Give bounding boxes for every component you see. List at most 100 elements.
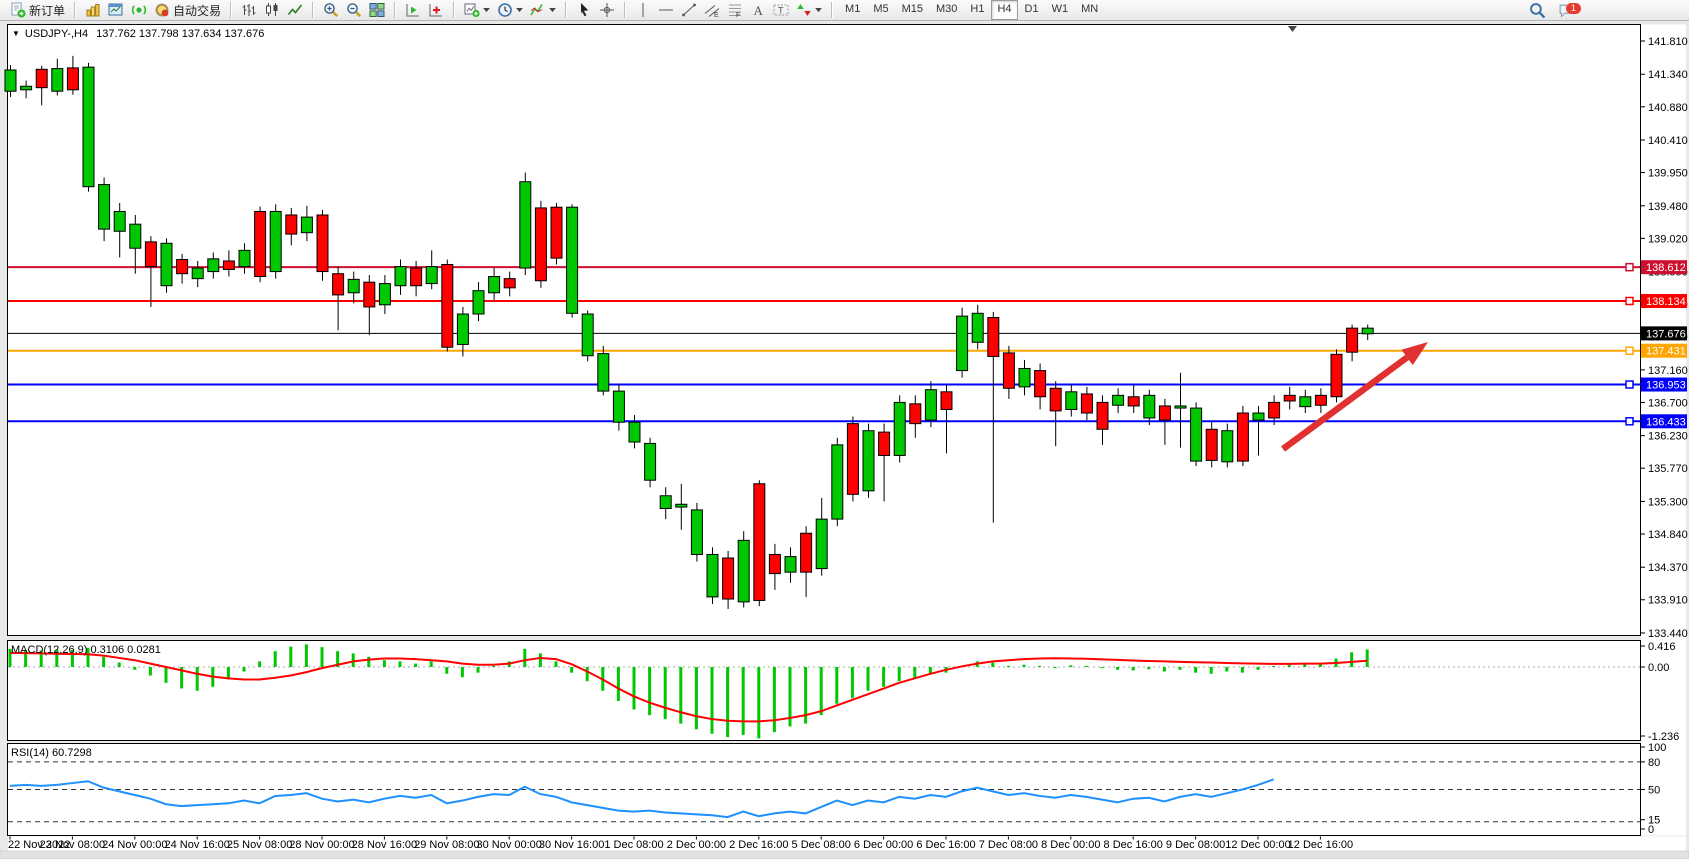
toolbar-text-button[interactable]: A xyxy=(747,0,769,20)
svg-text:F: F xyxy=(736,12,740,18)
svg-text:12 Dec 00:00: 12 Dec 00:00 xyxy=(1225,839,1290,851)
rsi-value: 60.7298 xyxy=(52,747,92,759)
new-chart-icon xyxy=(464,2,480,18)
svg-text:30 Nov 00:00: 30 Nov 00:00 xyxy=(476,839,541,851)
svg-text:141.340: 141.340 xyxy=(1648,69,1688,81)
toolbar-crosshair-button[interactable] xyxy=(596,0,618,20)
hline-handle[interactable] xyxy=(1626,418,1633,425)
timeframe-M1-button[interactable]: M1 xyxy=(839,0,866,20)
toolbar-fibonacci-button[interactable]: F xyxy=(724,0,746,20)
toolbar-zoom-out-button[interactable] xyxy=(343,0,365,20)
macd-pane[interactable] xyxy=(8,641,1641,741)
toolbar-trendline-button[interactable] xyxy=(678,0,700,20)
toolbar-new-order-label: 新订单 xyxy=(29,2,65,19)
auto-scroll-icon xyxy=(405,2,421,18)
toolbar-candles-chart-button[interactable] xyxy=(261,0,283,20)
arrows-icon xyxy=(796,2,812,18)
timeframe-W1-button[interactable]: W1 xyxy=(1046,0,1075,20)
toolbar-text-label-button[interactable]: T xyxy=(770,0,792,20)
toolbar-vline-button[interactable] xyxy=(632,0,654,20)
toolbar-autotrade-label: 自动交易 xyxy=(173,2,221,19)
svg-text:24 Nov 00:00: 24 Nov 00:00 xyxy=(102,839,167,851)
toolbar-arrows-button[interactable] xyxy=(793,0,825,20)
svg-text:6 Dec 16:00: 6 Dec 16:00 xyxy=(916,839,975,851)
timeframe-M30-button[interactable]: M30 xyxy=(930,0,963,20)
toolbar-indicators-button[interactable] xyxy=(527,0,559,20)
svg-text:6 Dec 00:00: 6 Dec 00:00 xyxy=(854,839,913,851)
timeframe-H4-button[interactable]: H4 xyxy=(991,0,1017,20)
mt4-window: 新订单 自动交易 E F AT M1M5M15M30H1H4D1W1MN 1 141.810… xyxy=(0,0,1689,859)
toolbar-chat-button[interactable]: 1 xyxy=(1555,1,1578,21)
timeframe-MN-button[interactable]: MN xyxy=(1075,0,1104,20)
toolbar-zoom-in-button[interactable] xyxy=(320,0,342,20)
hline-handle[interactable] xyxy=(1626,297,1633,304)
svg-text:30 Nov 16:00: 30 Nov 16:00 xyxy=(539,839,604,851)
toolbar-autotrade-button[interactable]: 自动交易 xyxy=(151,0,224,20)
timeframe-D1-button[interactable]: D1 xyxy=(1019,0,1045,20)
toolbar-new-order-button[interactable]: 新订单 xyxy=(7,0,68,20)
macd-indicator-label: MACD(12,26,9) 0.3106 0.0281 xyxy=(11,644,161,656)
svg-text:A: A xyxy=(754,3,764,18)
main-toolbar: 新订单 自动交易 E F AT M1M5M15M30H1H4D1W1MN 1 xyxy=(0,0,1689,21)
bottom-scroll-strip[interactable] xyxy=(0,851,1689,859)
timeframe-M15-button[interactable]: M15 xyxy=(896,0,929,20)
svg-text:5 Dec 08:00: 5 Dec 08:00 xyxy=(792,839,851,851)
toolbar-separator xyxy=(565,2,567,18)
toolbar-search-button[interactable] xyxy=(1526,1,1549,21)
toolbar-bars-chart-button[interactable] xyxy=(238,0,260,20)
line-chart-icon xyxy=(287,2,303,18)
svg-text:135.300: 135.300 xyxy=(1648,496,1688,508)
toolbar-separator xyxy=(453,2,455,18)
svg-text:139.950: 139.950 xyxy=(1648,168,1688,180)
svg-text:29 Nov 08:00: 29 Nov 08:00 xyxy=(414,839,479,851)
time-axis: 22 Nov 202223 Nov 08:0024 Nov 00:0024 No… xyxy=(8,837,1353,852)
toolbar-signal-button[interactable] xyxy=(128,0,150,20)
svg-text:7 Dec 08:00: 7 Dec 08:00 xyxy=(979,839,1038,851)
toolbar-channel-button[interactable]: E xyxy=(701,0,723,20)
toolbar-market-watch-button[interactable] xyxy=(105,0,127,20)
toolbar-separator xyxy=(230,2,232,18)
caret-down-icon xyxy=(549,8,556,13)
svg-text:137.676: 137.676 xyxy=(1646,328,1686,340)
hline-handle[interactable] xyxy=(1626,347,1633,354)
svg-text:1 Dec 08:00: 1 Dec 08:00 xyxy=(604,839,663,851)
hline-handle[interactable] xyxy=(1626,381,1633,388)
svg-text:137.160: 137.160 xyxy=(1648,365,1688,377)
toolbar-separator xyxy=(74,2,76,18)
timeframe-M5-button[interactable]: M5 xyxy=(867,0,894,20)
svg-text:23 Nov 08:00: 23 Nov 08:00 xyxy=(40,839,105,851)
rsi-name: RSI(14) xyxy=(11,747,49,759)
notification-badge: 1 xyxy=(1566,3,1581,14)
text-icon: A xyxy=(750,2,766,18)
rsi-indicator-label: RSI(14) 60.7298 xyxy=(11,747,92,759)
toolbar-chart-shift-button[interactable] xyxy=(425,0,447,20)
toolbar-period-clock-button[interactable] xyxy=(494,0,526,20)
toolbar-line-chart-button[interactable] xyxy=(284,0,306,20)
chart-title: ▼USDJPY-,H4137.762 137.798 137.634 137.6… xyxy=(12,28,264,40)
svg-text:134.840: 134.840 xyxy=(1648,529,1688,541)
svg-text:2 Dec 00:00: 2 Dec 00:00 xyxy=(667,839,726,851)
vline-icon xyxy=(635,2,651,18)
toolbar-separator xyxy=(624,2,626,18)
crosshair-icon xyxy=(599,2,615,18)
chart-canvas[interactable]: 141.810141.340140.880140.410139.950139.4… xyxy=(0,0,1689,859)
chart-collapse-icon[interactable]: ▼ xyxy=(12,29,20,38)
svg-text:50: 50 xyxy=(1648,785,1660,797)
toolbar-tile-windows-button[interactable] xyxy=(366,0,388,20)
svg-text:135.770: 135.770 xyxy=(1648,463,1688,475)
caret-down-icon xyxy=(516,8,523,13)
cursor-icon xyxy=(576,2,592,18)
toolbar-new-chart-button[interactable] xyxy=(461,0,493,20)
hline-handle[interactable] xyxy=(1626,264,1633,271)
svg-text:136.700: 136.700 xyxy=(1648,397,1688,409)
candles-chart-icon xyxy=(264,2,280,18)
toolbar-chart-gold-button[interactable] xyxy=(82,0,104,20)
timeframe-H1-button[interactable]: H1 xyxy=(964,0,990,20)
chart-shift-icon xyxy=(428,2,444,18)
svg-text:137.431: 137.431 xyxy=(1646,346,1686,358)
toolbar-separator xyxy=(394,2,396,18)
toolbar-cursor-button[interactable] xyxy=(573,0,595,20)
bars-chart-icon xyxy=(241,2,257,18)
toolbar-hline-button[interactable] xyxy=(655,0,677,20)
toolbar-auto-scroll-button[interactable] xyxy=(402,0,424,20)
